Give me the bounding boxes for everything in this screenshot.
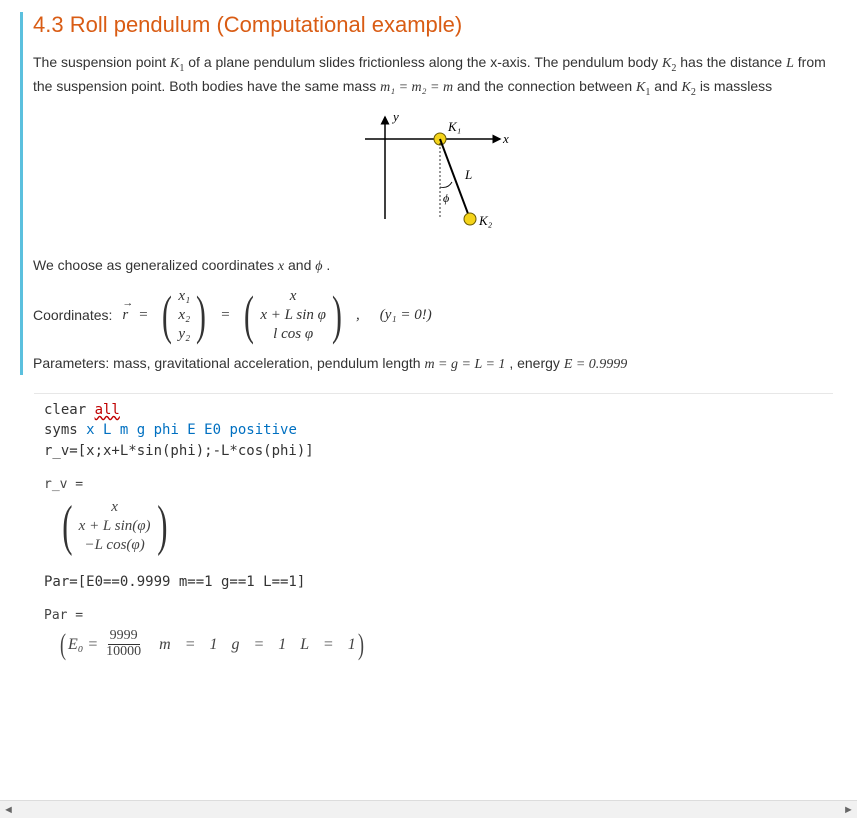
fraction: 9999 10000 <box>104 629 143 659</box>
scroll-right-button[interactable]: ► <box>840 801 857 818</box>
chevron-right-icon: ► <box>843 804 854 816</box>
t: K <box>662 56 671 71</box>
t: K <box>636 80 645 95</box>
t: = <box>220 307 230 324</box>
t: Parameters: mass, gravitational accelera… <box>33 355 424 371</box>
code-input[interactable]: clear all syms x L m g phi E E0 positive… <box>34 393 833 471</box>
scroll-left-button[interactable]: ◄ <box>0 801 17 818</box>
label-L: L <box>464 167 472 182</box>
paren-icon: ( <box>244 288 254 342</box>
t: and <box>288 257 315 273</box>
out-varname: Par = <box>44 608 829 623</box>
sym-x: x <box>278 259 284 274</box>
sym-masses: m₁ = m₂ = m <box>380 80 453 95</box>
t: , <box>356 307 360 324</box>
code-output-1: r_v = ( x x + L sin(φ) −L cos(φ) ) <box>34 471 833 566</box>
vec1: ( x₁ x₂ y₂ ) <box>158 288 210 343</box>
code-output-2: Par = ( E₀ = 9999 10000 m = 1 g = 1 L = … <box>34 602 833 671</box>
section-title: 4.3 Roll pendulum (Computational example… <box>33 12 837 38</box>
sym-phi: ϕ <box>315 259 322 274</box>
pendulum-diagram: y x K₁ K₂ L ϕ <box>335 109 535 249</box>
intro-paragraph: The suspension point K1 of a plane pendu… <box>33 52 837 101</box>
err-token: all <box>95 402 120 418</box>
t: m = 1 g = 1 L = 1 <box>159 636 356 654</box>
horizontal-scrollbar[interactable]: ◄ ► <box>0 800 857 818</box>
paren-icon: ) <box>196 288 206 342</box>
sym-E0: E₀ <box>68 636 83 654</box>
sym-params: m = g = L = 1 <box>424 357 505 372</box>
paren-icon: ( <box>162 288 172 342</box>
paren-icon: ( <box>62 498 72 554</box>
text: has the distance <box>680 54 786 70</box>
page-viewport[interactable]: 4.3 Roll pendulum (Computational example… <box>0 0 857 818</box>
paren-icon: ) <box>332 288 342 342</box>
eq-label: Coordinates: <box>33 307 112 323</box>
row: x + L sin φ <box>260 307 326 324</box>
text: of a plane pendulum slides frictionless … <box>188 54 662 70</box>
paren-icon: ) <box>157 498 167 554</box>
text: and <box>654 78 681 94</box>
row: x₁ <box>178 288 190 305</box>
t: K <box>682 80 691 95</box>
sym-E: E = 0.9999 <box>564 357 628 372</box>
row: x <box>111 499 118 516</box>
sym-K1b: K1 <box>636 80 650 95</box>
paren-icon: ( <box>60 630 66 660</box>
note: (y₁ = 0!) <box>380 307 432 324</box>
label-K1: K₁ <box>447 119 461 134</box>
sym-K2b: K2 <box>682 80 696 95</box>
frac-num: 9999 <box>108 629 140 645</box>
row: x + L sin(φ) <box>79 518 151 535</box>
sym-L: L <box>786 56 794 71</box>
axis-x-label: x <box>502 131 509 146</box>
row: −L cos(φ) <box>84 537 144 554</box>
sym-K1: K1 <box>170 56 184 71</box>
params-line: Parameters: mass, gravitational accelera… <box>33 353 837 376</box>
t: 1 <box>179 63 184 74</box>
text: is massless <box>700 78 772 94</box>
t: Par=[E0==0.9999 m==1 g==1 L==1] <box>44 574 305 590</box>
row: l cos φ <box>273 326 313 343</box>
t: 1 <box>645 87 650 98</box>
t: syms <box>44 422 86 438</box>
paren-icon: ) <box>358 630 364 660</box>
gen-coords-line: We choose as generalized coordinates x a… <box>33 255 837 278</box>
vec-out: ( x x + L sin(φ) −L cos(φ) ) <box>58 498 171 554</box>
text-cell: 4.3 Roll pendulum (Computational example… <box>20 12 837 375</box>
sym-K2: K2 <box>662 56 676 71</box>
t: = <box>87 636 98 654</box>
t: clear <box>44 402 95 418</box>
chevron-left-icon: ◄ <box>3 804 14 816</box>
row: x₂ <box>178 307 190 324</box>
content: 4.3 Roll pendulum (Computational example… <box>0 0 857 672</box>
text: and the connection between <box>457 78 636 94</box>
row-out: ( E₀ = 9999 10000 m = 1 g = 1 L = 1 ) <box>58 629 366 659</box>
row: x <box>290 288 297 305</box>
axis-y-label: y <box>391 109 399 124</box>
out-varname: r_v = <box>44 477 829 492</box>
text: The suspension point <box>33 54 170 70</box>
t: = <box>138 307 148 324</box>
coordinates-equation: Coordinates: r = ( x₁ x₂ y₂ ) = ( x x + … <box>33 288 837 343</box>
scroll-track[interactable] <box>17 801 840 818</box>
frac-den: 10000 <box>104 645 143 660</box>
t: . <box>326 257 330 273</box>
t: 2 <box>671 63 676 74</box>
t: K <box>170 56 179 71</box>
t: We choose as generalized coordinates <box>33 257 278 273</box>
label-K2: K₂ <box>478 213 493 228</box>
t: , energy <box>509 355 563 371</box>
code-cell-1: clear all syms x L m g phi E E0 positive… <box>34 393 833 672</box>
row: y₂ <box>178 326 190 343</box>
sym-r: r <box>122 307 128 324</box>
label-phi: ϕ <box>443 191 449 205</box>
kw-token: x L m g phi E E0 positive <box>86 422 297 438</box>
t: r_v=[x;x+L*sin(phi);-L*cos(phi)] <box>44 443 314 459</box>
code-input-2[interactable]: Par=[E0==0.9999 m==1 g==1 L==1] <box>34 566 833 602</box>
t: 2 <box>691 87 696 98</box>
vec2: ( x x + L sin φ l cos φ ) <box>240 288 346 343</box>
